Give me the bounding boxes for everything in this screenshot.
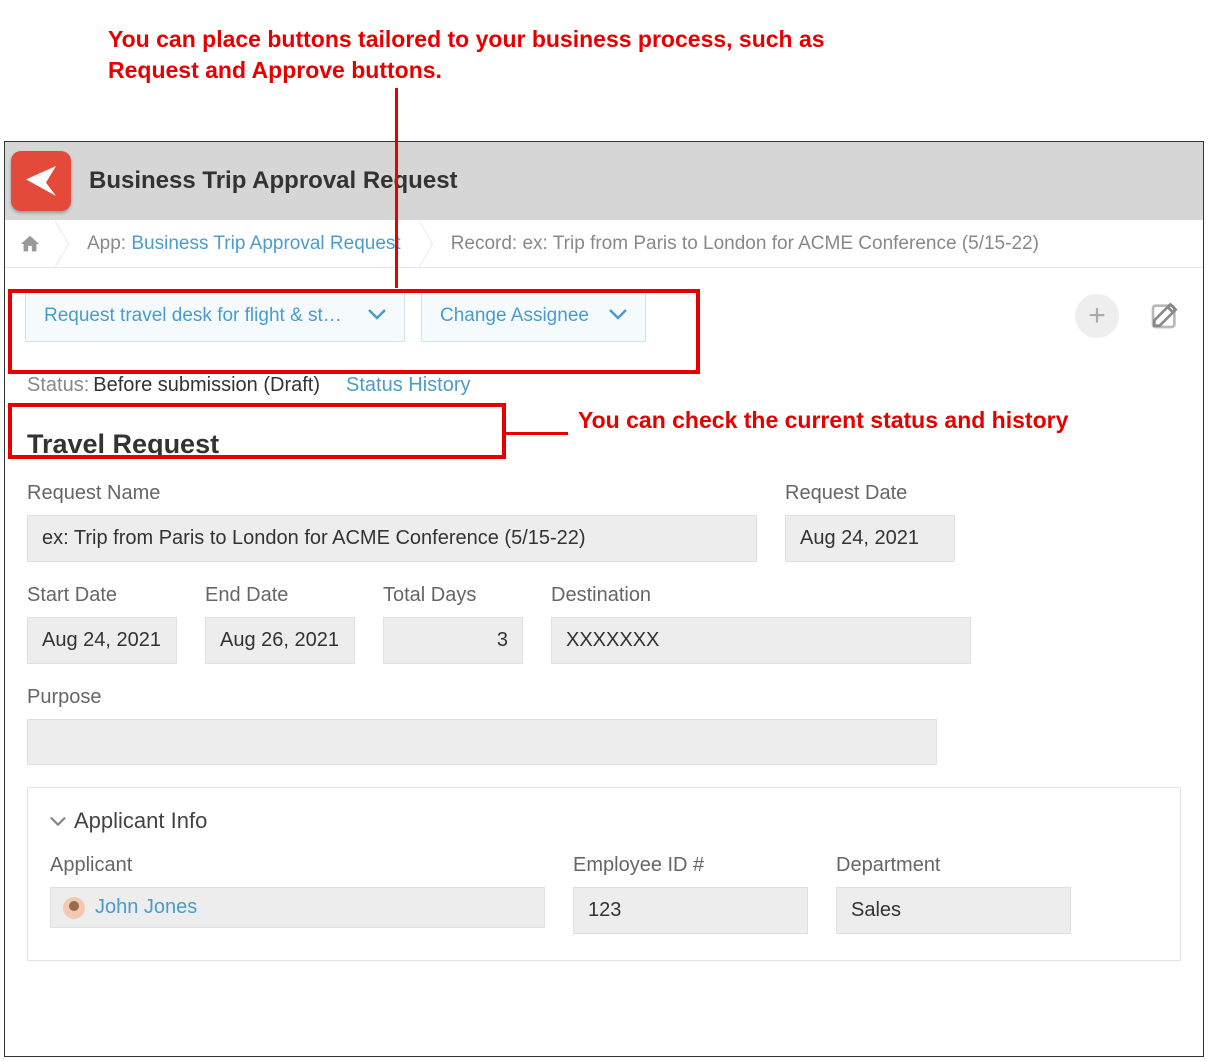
breadcrumb-app: App: Business Trip Approval Request xyxy=(69,233,419,255)
annotation-line xyxy=(506,432,568,435)
total-days-value: 3 xyxy=(383,617,523,664)
app-window: Business Trip Approval Request App: Busi… xyxy=(4,141,1204,1057)
end-date-value: Aug 26, 2021 xyxy=(205,617,355,664)
status-value: Before submission (Draft) xyxy=(93,374,320,397)
breadcrumb-separator xyxy=(55,220,69,268)
chevron-down-icon xyxy=(368,305,386,327)
start-date-label: Start Date xyxy=(27,584,177,607)
status-label: Status: xyxy=(27,374,89,397)
purpose-value xyxy=(27,719,937,765)
applicant-name-link[interactable]: John Jones xyxy=(95,896,197,919)
breadcrumb-app-prefix: App: xyxy=(87,233,131,254)
toolbar: Request travel desk for flight & sta… Ch… xyxy=(5,268,1203,364)
home-icon[interactable] xyxy=(5,220,55,267)
destination-value: XXXXXXX xyxy=(551,617,971,664)
annotation-status: You can check the current status and his… xyxy=(578,405,1098,436)
employee-id-value: 123 xyxy=(573,887,808,934)
plus-icon: + xyxy=(1088,299,1106,333)
group-title: Applicant Info xyxy=(74,808,207,834)
add-button[interactable]: + xyxy=(1075,294,1119,338)
status-history-link[interactable]: Status History xyxy=(346,374,470,397)
department-value: Sales xyxy=(836,887,1071,934)
button-label: Change Assignee xyxy=(440,305,589,327)
change-assignee-button[interactable]: Change Assignee xyxy=(421,290,646,342)
breadcrumb-app-link[interactable]: Business Trip Approval Request xyxy=(131,233,400,254)
applicant-info-group: Applicant Info Applicant John Jones Empl… xyxy=(27,787,1181,961)
annotation-line xyxy=(395,88,398,288)
destination-label: Destination xyxy=(551,584,971,607)
button-label: Request travel desk for flight & sta… xyxy=(44,305,348,327)
request-date-label: Request Date xyxy=(785,482,955,505)
end-date-label: End Date xyxy=(205,584,355,607)
request-travel-desk-button[interactable]: Request travel desk for flight & sta… xyxy=(25,290,405,342)
app-icon xyxy=(11,151,71,211)
app-header: Business Trip Approval Request xyxy=(5,142,1203,220)
chevron-down-icon xyxy=(609,305,627,327)
start-date-value: Aug 24, 2021 xyxy=(27,617,177,664)
purpose-label: Purpose xyxy=(27,686,937,709)
request-name-label: Request Name xyxy=(27,482,757,505)
edit-button[interactable] xyxy=(1149,299,1183,333)
breadcrumb-separator xyxy=(419,220,433,268)
employee-id-label: Employee ID # xyxy=(573,854,808,877)
app-title: Business Trip Approval Request xyxy=(89,167,458,195)
status-row: Status: Before submission (Draft) Status… xyxy=(5,364,1203,411)
applicant-info-header[interactable]: Applicant Info xyxy=(50,808,1158,834)
breadcrumb-record: Record: ex: Trip from Paris to London fo… xyxy=(433,233,1057,255)
form-content: Travel Request Request Name ex: Trip fro… xyxy=(5,411,1203,967)
request-name-value: ex: Trip from Paris to London for ACME C… xyxy=(27,515,757,562)
applicant-label: Applicant xyxy=(50,854,545,877)
chevron-down-icon xyxy=(50,808,66,834)
avatar xyxy=(63,897,85,919)
department-label: Department xyxy=(836,854,1071,877)
request-date-value: Aug 24, 2021 xyxy=(785,515,955,562)
breadcrumb: App: Business Trip Approval Request Reco… xyxy=(5,220,1203,268)
total-days-label: Total Days xyxy=(383,584,523,607)
annotation-buttons: You can place buttons tailored to your b… xyxy=(108,24,868,86)
pencil-icon xyxy=(1149,299,1181,331)
applicant-chip[interactable]: John Jones xyxy=(50,887,545,928)
